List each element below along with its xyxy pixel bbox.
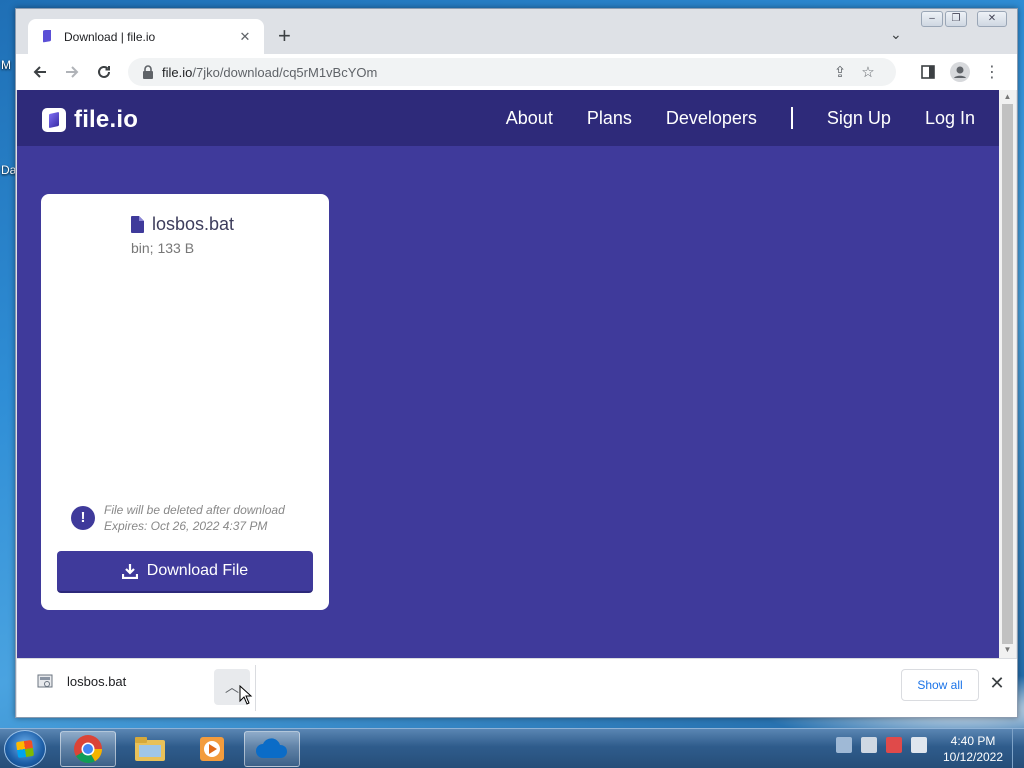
close-window-button[interactable]: ✕: [977, 11, 1007, 27]
site-nav: About Plans Developers Sign Up Log In: [472, 90, 975, 146]
volume-icon[interactable]: [911, 737, 927, 753]
file-io-logo-icon: [42, 108, 66, 132]
nav-link-log-in[interactable]: Log In: [925, 108, 975, 129]
file-io-icon: [43, 30, 51, 43]
forward-arrow-icon[interactable]: [60, 60, 84, 84]
file-name: losbos.bat: [152, 214, 235, 234]
browser-toolbar: file.io/7jko/download/cq5rM1vBcYOm ⇪ ☆ ⋮: [16, 54, 1017, 90]
batch-file-icon: [37, 674, 53, 688]
clock[interactable]: 4:40 PM 10/12/2022: [940, 733, 1006, 765]
vertical-scrollbar[interactable]: ▲ ▼: [999, 90, 1016, 658]
page-viewport: file.io About Plans Developers Sign Up L…: [17, 90, 999, 658]
restore-button[interactable]: ❐: [945, 11, 967, 27]
nav-link-plans[interactable]: Plans: [587, 108, 632, 129]
file-title-row: losbos.bat: [131, 214, 234, 235]
chrome-icon[interactable]: [60, 731, 116, 767]
notice-text: File will be deleted after download Expi…: [104, 503, 285, 533]
title-bar: Download | file.io ✕ + ⌄ – ❐ ✕: [16, 9, 1017, 55]
download-file-label: Download File: [146, 562, 249, 579]
start-button[interactable]: [4, 730, 46, 768]
reload-icon[interactable]: [92, 60, 116, 84]
url-text: file.io/7jko/download/cq5rM1vBcYOm: [162, 64, 378, 80]
deletion-notice: ! File will be deleted after download Ex…: [71, 502, 285, 534]
profile-avatar-icon[interactable]: [948, 60, 972, 84]
side-panel-icon[interactable]: [916, 60, 940, 84]
mouse-cursor-icon: [239, 685, 253, 705]
nav-link-developers[interactable]: Developers: [666, 108, 757, 129]
file-explorer-icon[interactable]: [122, 731, 178, 767]
nav-link-about[interactable]: About: [506, 108, 553, 129]
browser-tab[interactable]: Download | file.io ✕: [28, 19, 264, 55]
bookmark-star-icon[interactable]: ☆: [854, 63, 882, 81]
show-desktop-button[interactable]: [1012, 729, 1024, 768]
new-tab-button[interactable]: +: [278, 25, 291, 47]
scrollbar-thumb[interactable]: [1002, 104, 1013, 644]
scroll-down-icon[interactable]: ▼: [999, 645, 1016, 654]
shelf-divider: [255, 665, 256, 711]
show-all-button[interactable]: Show all: [901, 669, 979, 701]
nav-divider: [790, 107, 793, 129]
minimize-button[interactable]: –: [921, 11, 943, 27]
tab-search-chevron-icon[interactable]: ⌄: [890, 26, 902, 43]
share-icon[interactable]: ⇪: [826, 63, 854, 81]
file-icon: [131, 216, 144, 233]
tab-close-icon[interactable]: ✕: [236, 29, 254, 45]
shelf-file-name: losbos.bat: [67, 673, 127, 689]
nav-link-sign-up[interactable]: Sign Up: [827, 108, 891, 129]
media-player-icon[interactable]: [184, 731, 240, 767]
onedrive-icon[interactable]: [244, 731, 300, 767]
lock-icon: [143, 65, 153, 79]
download-shelf: losbos.bat ︿ Show all ✕: [17, 658, 1017, 717]
taskbar: 4:40 PM 10/12/2022: [0, 728, 1024, 768]
shelf-download-item[interactable]: losbos.bat: [37, 673, 126, 689]
menu-kebab-icon[interactable]: ⋮: [980, 60, 1004, 84]
tab-title: Download | file.io: [64, 30, 156, 44]
site-logo[interactable]: file.io: [42, 106, 138, 134]
file-meta: bin; 133 B: [131, 240, 195, 256]
clock-date: 10/12/2022: [942, 750, 1004, 764]
browser-window: Download | file.io ✕ + ⌄ – ❐ ✕ file.io/7…: [15, 8, 1018, 718]
exclamation-icon: !: [71, 506, 95, 530]
download-file-button[interactable]: Download File: [57, 551, 313, 593]
network-icon[interactable]: [861, 737, 877, 753]
close-shelf-icon[interactable]: ✕: [985, 673, 1009, 694]
logo-text: file.io: [74, 106, 139, 133]
action-center-icon[interactable]: [836, 737, 852, 753]
site-header: file.io About Plans Developers Sign Up L…: [17, 90, 999, 146]
scroll-up-icon[interactable]: ▲: [999, 92, 1016, 101]
address-bar[interactable]: file.io/7jko/download/cq5rM1vBcYOm ⇪ ☆: [128, 58, 896, 86]
system-tray: [836, 737, 927, 753]
download-icon: [121, 564, 138, 579]
flag-alert-icon[interactable]: [886, 737, 902, 753]
desktop-icon-label: M: [1, 58, 11, 72]
download-card: losbos.bat bin; 133 B ! File will be del…: [41, 194, 329, 610]
back-arrow-icon[interactable]: [28, 60, 52, 84]
clock-time: 4:40 PM: [950, 734, 996, 748]
